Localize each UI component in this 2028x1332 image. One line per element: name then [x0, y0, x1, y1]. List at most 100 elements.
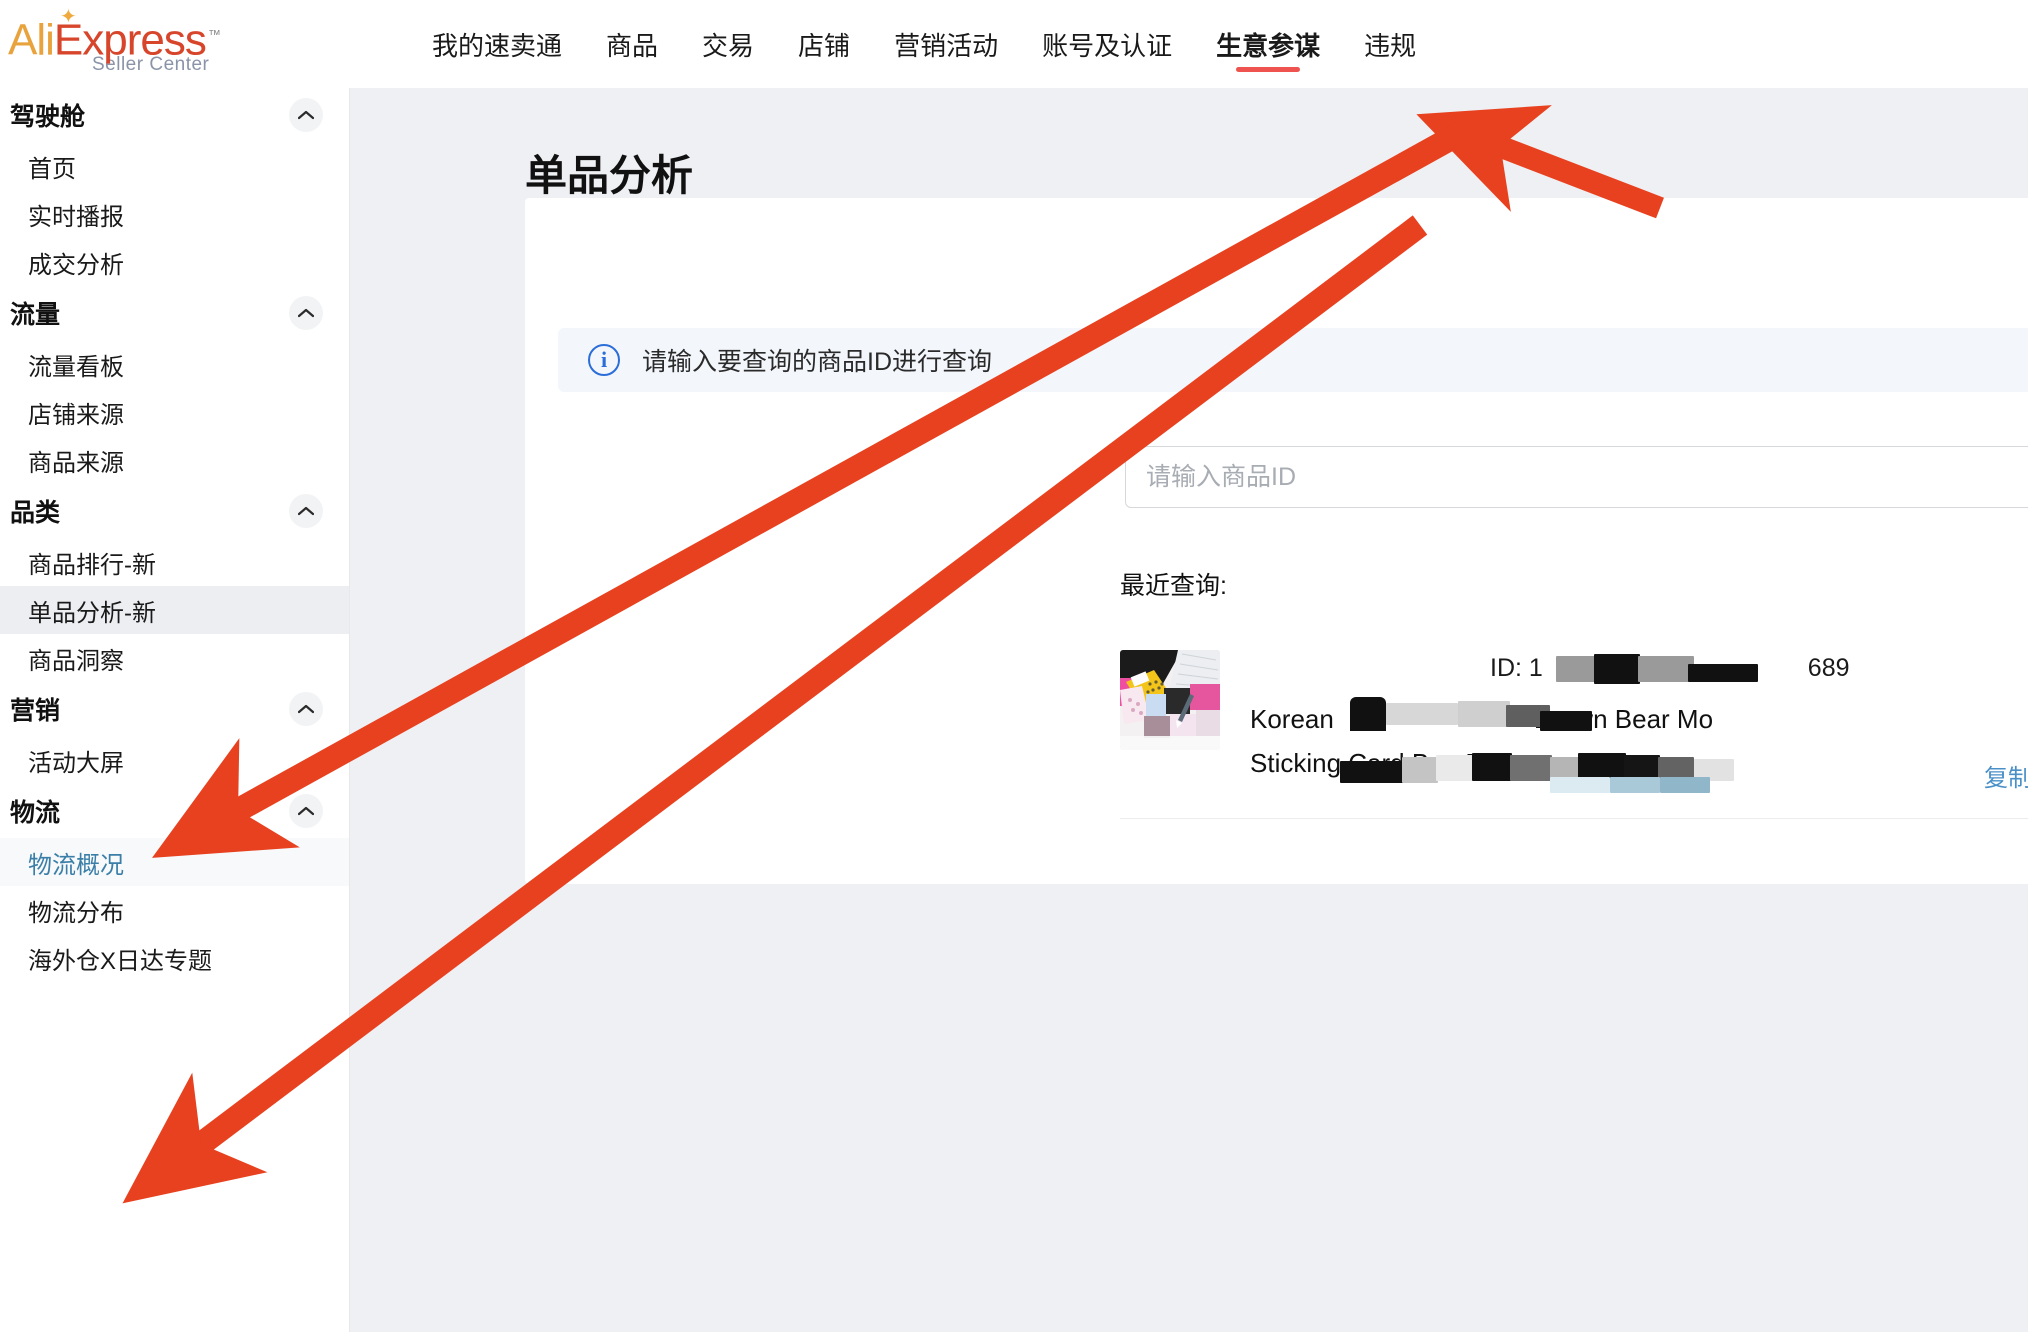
- sidebar-item[interactable]: 物流分布: [0, 886, 349, 934]
- redaction-block: [1458, 701, 1510, 727]
- page-title: 单品分析: [525, 152, 694, 200]
- copy-title-link[interactable]: 复制标题: [1984, 759, 2028, 799]
- sidebar-group-title: 营销: [10, 697, 61, 725]
- nav-item-1[interactable]: 商品: [584, 0, 680, 88]
- nav-item-label: 账号及认证: [1042, 30, 1173, 61]
- nav-item-label: 生意参谋: [1216, 30, 1321, 61]
- redaction-block: [1386, 703, 1458, 725]
- nav-item-4[interactable]: 营销活动: [872, 0, 1020, 88]
- nav-item-label: 店铺: [798, 30, 851, 61]
- sidebar-group-title: 流量: [10, 301, 61, 329]
- nav-item-label: 商品: [606, 30, 659, 61]
- product-id-prefix: ID: 1: [1490, 654, 1543, 682]
- aliexpress-seller-center-logo[interactable]: ✦ AliExpress ™ Seller Center: [8, 7, 258, 78]
- nav-item-label: 营销活动: [894, 30, 999, 61]
- logo-xpress-text: xpress: [82, 15, 207, 65]
- redaction-block: [1688, 664, 1758, 682]
- product-id-suffix: 689: [1807, 654, 1850, 682]
- redaction-block: [1540, 711, 1592, 731]
- sidebar-item-label: 单品分析-新: [28, 599, 156, 627]
- sidebar-item[interactable]: 商品排行-新: [0, 538, 349, 586]
- sidebar-item-label: 成交分析: [28, 251, 124, 279]
- sidebar-item-label: 物流概况: [28, 851, 124, 879]
- sidebar-item[interactable]: 实时播报: [0, 190, 349, 238]
- main-navigation: 我的速卖通 商品 交易 店铺 营销活动 账号及认证 生意参谋 违规: [410, 0, 1438, 88]
- nav-item-label: 违规: [1364, 30, 1417, 61]
- product-thumbnail[interactable]: [1120, 650, 1220, 750]
- nav-item-label: 我的速卖通: [432, 30, 563, 61]
- redaction-block: [1340, 761, 1404, 783]
- product-title-line1-start: Korean: [1250, 704, 1334, 734]
- analysis-card: i 请输入要查询的商品ID进行查询 最近查询:: [525, 198, 2028, 884]
- redaction-block: [1660, 777, 1710, 793]
- nav-item-6[interactable]: 生意参谋: [1194, 0, 1342, 88]
- chevron-up-icon[interactable]: [289, 98, 323, 132]
- redaction-block: [1550, 777, 1610, 793]
- sidebar-group-title: 品类: [10, 499, 61, 527]
- redaction-block: [1472, 753, 1512, 781]
- top-bar: ✦ AliExpress ™ Seller Center 我的速卖通 商品 交易 店铺 营销…: [0, 0, 2028, 88]
- info-banner: i 请输入要查询的商品ID进行查询: [558, 328, 2028, 392]
- sidebar-item-label: 活动大屏: [28, 749, 124, 777]
- redaction-block: [1594, 654, 1640, 684]
- sidebar-group-2[interactable]: 品类: [0, 484, 349, 538]
- app-root: ✦ AliExpress ™ Seller Center 我的速卖通 商品 交易 店铺 营销…: [0, 0, 2028, 1332]
- sidebar-item-label: 首页: [28, 155, 76, 183]
- sidebar-item[interactable]: 成交分析: [0, 238, 349, 286]
- product-id-row: ID: 1 689: [1490, 654, 1850, 684]
- redaction-block: [1436, 755, 1474, 781]
- sidebar-item[interactable]: 海外仓X日达专题: [0, 934, 349, 982]
- chevron-up-icon[interactable]: [289, 296, 323, 330]
- sidebar-item-label: 流量看板: [28, 353, 124, 381]
- sidebar-item[interactable]: 店铺来源: [0, 388, 349, 436]
- sidebar-item-label: 店铺来源: [28, 401, 124, 429]
- product-info: ID: 1 689 Korean Brown Bear Mo Sticking …: [1250, 650, 2028, 793]
- sidebar-item-label: 海外仓X日达专题: [28, 947, 213, 975]
- sidebar-group-4[interactable]: 物流: [0, 784, 349, 838]
- sidebar-item-label: 商品来源: [28, 449, 124, 477]
- product-id-input[interactable]: [1125, 446, 2028, 508]
- sidebar-group-0[interactable]: 驾驶舱: [0, 88, 349, 142]
- chevron-up-icon[interactable]: [289, 494, 323, 528]
- nav-item-5[interactable]: 账号及认证: [1020, 0, 1194, 88]
- sidebar-group-1[interactable]: 流量: [0, 286, 349, 340]
- redaction-block: [1556, 656, 1596, 682]
- product-id-search-row: [1125, 446, 2028, 508]
- nav-item-3[interactable]: 店铺: [776, 0, 872, 88]
- logo-wordmark: ✦ AliExpress ™: [8, 7, 258, 65]
- chevron-up-icon[interactable]: [289, 692, 323, 726]
- sidebar: 驾驶舱首页实时播报成交分析流量流量看板店铺来源商品来源品类商品排行-新 单品分析-…: [0, 88, 350, 1332]
- sidebar-item-label: 实时播报: [28, 203, 124, 231]
- nav-active-underline: [1236, 67, 1301, 72]
- sidebar-item-label: 商品洞察: [28, 647, 124, 675]
- info-circle-icon: i: [588, 344, 620, 376]
- sidebar-item[interactable]: 活动大屏: [0, 736, 349, 784]
- redaction-block: [1510, 755, 1552, 781]
- sidebar-item[interactable]: 商品来源: [0, 436, 349, 484]
- sidebar-item[interactable]: 单品分析-新: [0, 586, 349, 634]
- sidebar-item[interactable]: 首页: [0, 142, 349, 190]
- recent-query-item[interactable]: ID: 1 689 Korean Brown Bear Mo Sticking …: [1120, 650, 2028, 793]
- redaction-block: [1638, 656, 1694, 682]
- chevron-up-icon[interactable]: [289, 794, 323, 828]
- nav-item-7[interactable]: 违规: [1342, 0, 1438, 88]
- nav-item-label: 交易: [702, 30, 755, 61]
- recent-queries-label: 最近查询:: [1120, 572, 1227, 600]
- sidebar-item-label: 物流分布: [28, 899, 124, 927]
- sidebar-group-title: 物流: [10, 799, 61, 827]
- nav-item-2[interactable]: 交易: [680, 0, 776, 88]
- sidebar-group-title: 驾驶舱: [10, 103, 86, 131]
- sidebar-item[interactable]: 物流概况: [0, 838, 349, 886]
- main-content: 单品分析 i 请输入要查询的商品ID进行查询 最近查询:: [350, 88, 2028, 1332]
- sidebar-item[interactable]: 商品洞察: [0, 634, 349, 682]
- product-title-line-1: Korean Brown Bear Mo: [1250, 697, 2028, 739]
- sidebar-item-label: 商品排行-新: [28, 551, 156, 579]
- redaction-block: [1610, 777, 1660, 793]
- product-title-line-2: Sticking Card Bag Bu: [1250, 743, 2028, 793]
- info-banner-text: 请输入要查询的商品ID进行查询: [642, 348, 993, 376]
- nav-item-0[interactable]: 我的速卖通: [410, 0, 584, 88]
- logo-ali-text: Ali: [8, 15, 55, 65]
- sidebar-group-3[interactable]: 营销: [0, 682, 349, 736]
- sidebar-item[interactable]: 流量看板: [0, 340, 349, 388]
- trademark-symbol: ™: [207, 27, 221, 43]
